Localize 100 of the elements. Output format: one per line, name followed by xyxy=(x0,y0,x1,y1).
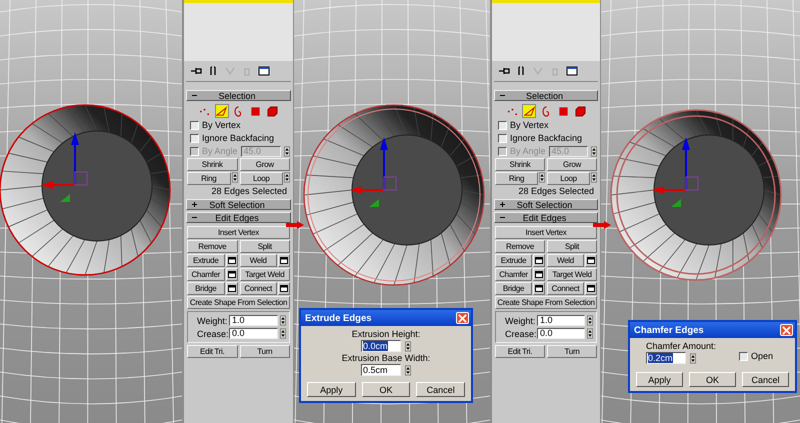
dialog-button[interactable]: OK xyxy=(689,372,736,387)
plus-icon xyxy=(191,201,198,208)
number-field[interactable]: 0.5cm xyxy=(360,364,401,376)
rollout-header[interactable]: Selection xyxy=(186,90,291,101)
configure-icon[interactable] xyxy=(258,66,270,76)
selection-mode-button[interactable] xyxy=(522,104,536,118)
settings-button[interactable] xyxy=(226,268,238,281)
command-button[interactable]: Extrude xyxy=(187,254,224,267)
square-icon xyxy=(558,106,568,116)
command-button[interactable]: Create Shape From Selection xyxy=(495,296,597,309)
close-button[interactable] xyxy=(456,312,469,324)
window-icon xyxy=(535,271,543,278)
settings-button[interactable] xyxy=(278,254,290,267)
command-button[interactable]: Edit Tri. xyxy=(495,345,545,358)
spinner-icon[interactable] xyxy=(591,172,597,183)
command-button[interactable]: Connect xyxy=(547,282,584,295)
pin-icon[interactable] xyxy=(190,66,202,76)
command-button[interactable]: Remove xyxy=(495,240,545,253)
spinner-icon[interactable] xyxy=(587,328,593,339)
command-button[interactable]: Weld xyxy=(240,254,277,267)
spinner-icon[interactable] xyxy=(284,146,290,156)
command-button[interactable]: Bridge xyxy=(495,282,532,295)
number-field[interactable]: 0.0 xyxy=(537,328,585,339)
command-button[interactable]: Remove xyxy=(187,240,238,253)
close-icon xyxy=(458,314,467,322)
spinner-icon[interactable] xyxy=(280,315,286,326)
rollout-header[interactable]: Edit Edges xyxy=(494,212,598,223)
selection-mode-button[interactable] xyxy=(573,104,587,118)
dialog-button[interactable]: Apply xyxy=(636,372,683,387)
window-icon xyxy=(535,285,543,292)
number-field[interactable]: 1.0 xyxy=(229,315,278,326)
selection-mode-button[interactable] xyxy=(214,104,228,118)
rollout-header[interactable]: Soft Selection xyxy=(494,199,598,210)
rollout-header[interactable]: Edit Edges xyxy=(186,212,291,223)
checkbox[interactable] xyxy=(190,134,199,142)
number-field[interactable]: 0.2cm xyxy=(646,352,686,364)
dialog-button[interactable]: OK xyxy=(362,382,410,397)
spinner-icon[interactable] xyxy=(690,352,696,364)
number-field[interactable]: 0.0 xyxy=(229,328,278,339)
settings-button[interactable] xyxy=(533,282,545,295)
command-button[interactable]: Weld xyxy=(547,254,584,267)
spinner-icon[interactable] xyxy=(591,146,597,156)
settings-button[interactable] xyxy=(585,282,597,295)
command-button[interactable]: Connect xyxy=(240,282,277,295)
status-text: 28 Edges Selected xyxy=(517,186,595,196)
command-button[interactable]: Insert Vertex xyxy=(495,226,597,239)
dialog-button[interactable]: Cancel xyxy=(416,382,466,397)
configure-icon[interactable] xyxy=(566,66,578,76)
selection-mode-button[interactable] xyxy=(266,104,280,118)
number-field[interactable]: 0.0cm xyxy=(360,340,401,352)
checkbox[interactable] xyxy=(498,134,507,142)
checkbox-label: Ignore Backfacing xyxy=(510,133,582,143)
number-field[interactable]: 1.0 xyxy=(537,315,585,326)
spinner-icon[interactable] xyxy=(284,172,290,183)
command-button[interactable]: Shrink xyxy=(495,158,545,171)
command-button[interactable]: Target Weld xyxy=(240,268,290,281)
dialog-button[interactable]: Apply xyxy=(307,382,356,397)
dialog-button[interactable]: Cancel xyxy=(742,372,789,387)
spinner-icon[interactable] xyxy=(404,340,411,352)
spinner-icon[interactable] xyxy=(404,364,411,376)
checkbox[interactable] xyxy=(738,352,748,360)
settings-button[interactable] xyxy=(533,268,545,281)
command-button[interactable]: Shrink xyxy=(187,158,238,171)
spinner-icon[interactable] xyxy=(232,172,238,183)
command-button[interactable]: Loop xyxy=(547,172,590,185)
rollout-header[interactable]: Selection xyxy=(494,90,598,101)
settings-button[interactable] xyxy=(226,254,238,267)
command-button[interactable]: Loop xyxy=(240,172,283,185)
command-button[interactable]: Split xyxy=(547,240,597,253)
checkbox[interactable] xyxy=(190,120,199,130)
checkbox-label: Open xyxy=(750,351,773,361)
arrow-icon xyxy=(286,221,304,229)
command-button[interactable]: Turn xyxy=(547,345,597,358)
command-button[interactable]: Grow xyxy=(547,158,597,171)
settings-button[interactable] xyxy=(533,254,545,267)
command-button[interactable]: Extrude xyxy=(495,254,532,267)
command-button[interactable]: Ring xyxy=(495,172,538,185)
command-button[interactable]: Chamfer xyxy=(187,268,224,281)
settings-button[interactable] xyxy=(226,282,238,295)
rollout-header[interactable]: Soft Selection xyxy=(186,199,291,210)
command-button[interactable]: Target Weld xyxy=(547,268,597,281)
command-button[interactable]: Turn xyxy=(240,345,290,358)
command-button[interactable]: Ring xyxy=(187,172,230,185)
pin-icon[interactable] xyxy=(498,66,510,76)
command-button[interactable]: Bridge xyxy=(187,282,224,295)
close-button[interactable] xyxy=(780,324,793,336)
command-button[interactable]: Chamfer xyxy=(495,268,532,281)
window-icon xyxy=(228,271,236,278)
command-button[interactable]: Grow xyxy=(240,158,290,171)
spinner-icon[interactable] xyxy=(587,315,593,326)
command-button[interactable]: Split xyxy=(240,240,290,253)
window-icon xyxy=(228,285,236,292)
spinner-icon[interactable] xyxy=(539,172,545,183)
command-button[interactable]: Create Shape From Selection xyxy=(187,296,290,309)
command-button[interactable]: Insert Vertex xyxy=(187,226,290,239)
checkbox[interactable] xyxy=(498,120,507,130)
command-button[interactable]: Edit Tri. xyxy=(187,345,238,358)
settings-button[interactable] xyxy=(585,254,597,267)
spinner-icon[interactable] xyxy=(280,328,286,339)
settings-button[interactable] xyxy=(278,282,290,295)
